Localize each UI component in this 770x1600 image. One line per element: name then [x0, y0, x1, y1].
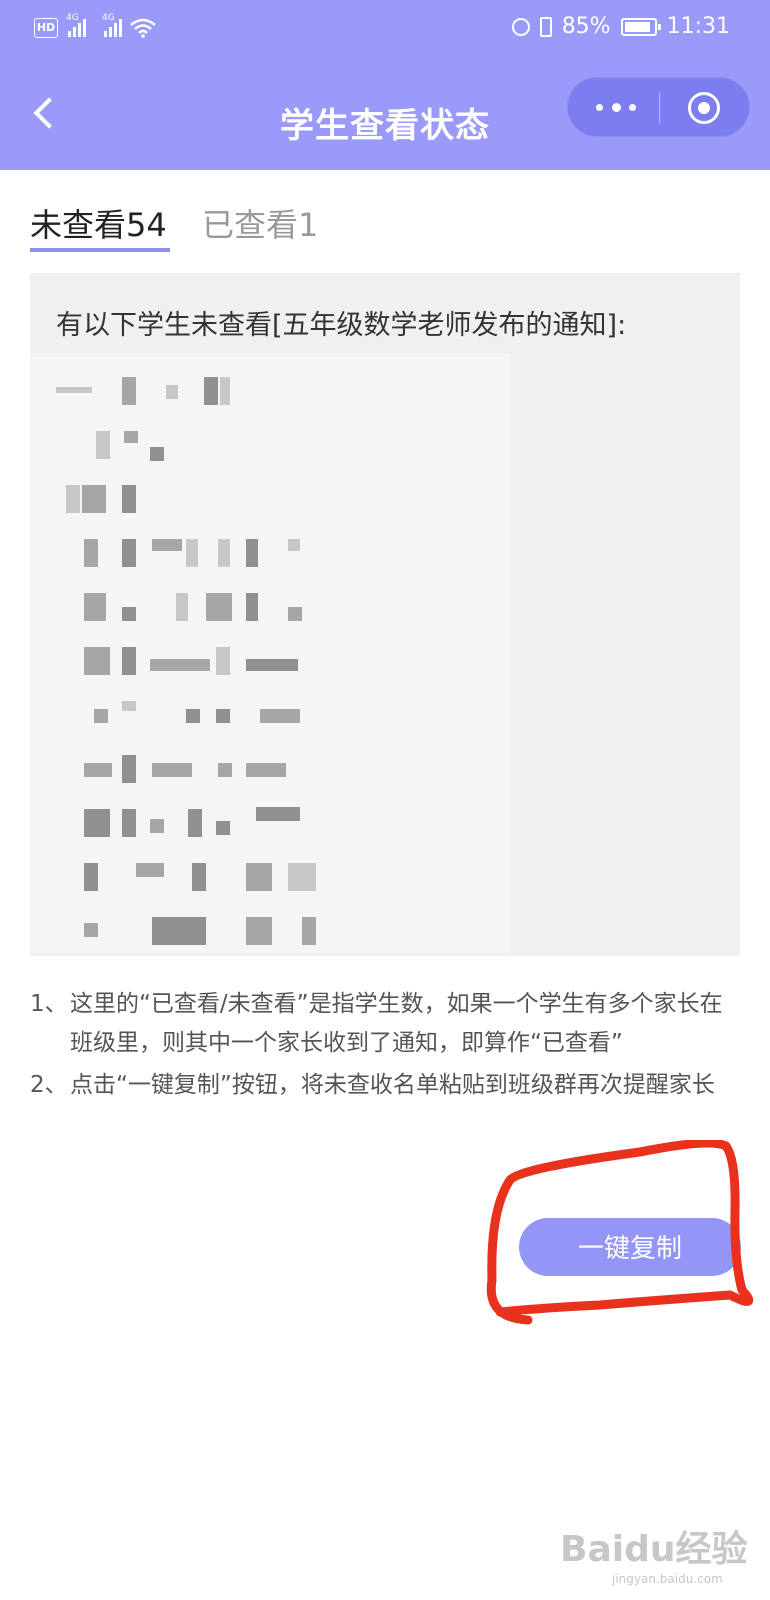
- watermark-url: jingyan.baidu.com: [612, 1572, 723, 1586]
- status-bar: HD 4G 4G 85% 11:31: [0, 0, 770, 60]
- alarm-icon: [511, 17, 530, 36]
- note-item: 1、 这里的“已查看/未查看”是指学生数，如果一个学生有多个家长在班级里，则其中…: [30, 991, 723, 1056]
- clock: 11:31: [666, 14, 730, 39]
- help-notes: 1、 这里的“已查看/未查看”是指学生数，如果一个学生有多个家长在班级里，则其中…: [30, 985, 740, 1108]
- hd-icon: HD: [34, 18, 58, 38]
- app-header: HD 4G 4G 85% 11:31 学生查看状态: [0, 0, 770, 170]
- battery-percent: 85%: [561, 14, 611, 39]
- unviewed-list-panel: 有以下学生未查看[五年级数学老师发布的通知]:: [30, 273, 740, 956]
- note-text: 这里的“已查看/未查看”是指学生数，如果一个学生有多个家长在班级里，则其中一个家…: [70, 991, 723, 1056]
- tab-unviewed[interactable]: 未查看54: [30, 200, 167, 246]
- signal-icon: 4G: [66, 13, 86, 37]
- wifi-icon: [130, 18, 156, 38]
- more-icon[interactable]: [596, 103, 636, 112]
- signal-icon: 4G: [102, 13, 122, 37]
- note-text: 点击“一键复制”按钮，将未查收名单粘贴到班级群再次提醒家长: [70, 1072, 715, 1098]
- watermark-logo: Baidu经验: [560, 1529, 748, 1570]
- battery-icon: [620, 17, 661, 36]
- panel-title: 有以下学生未查看[五年级数学老师发布的通知]:: [56, 310, 627, 341]
- vibrate-icon: [539, 16, 552, 37]
- close-miniprogram-icon[interactable]: [688, 92, 720, 124]
- status-right: 85% 11:31: [511, 14, 730, 39]
- red-highlight-annotation: [486, 1140, 754, 1325]
- note-item: 2、 点击“一键复制”按钮，将未查收名单粘贴到班级群再次提醒家长: [30, 1072, 715, 1098]
- miniprogram-capsule: [567, 77, 750, 137]
- status-left: HD 4G 4G: [34, 13, 156, 38]
- privacy-blur: [30, 353, 510, 953]
- capsule-divider: [659, 92, 660, 124]
- tab-viewed[interactable]: 已查看1: [202, 200, 318, 246]
- tab-active-indicator: [30, 248, 170, 252]
